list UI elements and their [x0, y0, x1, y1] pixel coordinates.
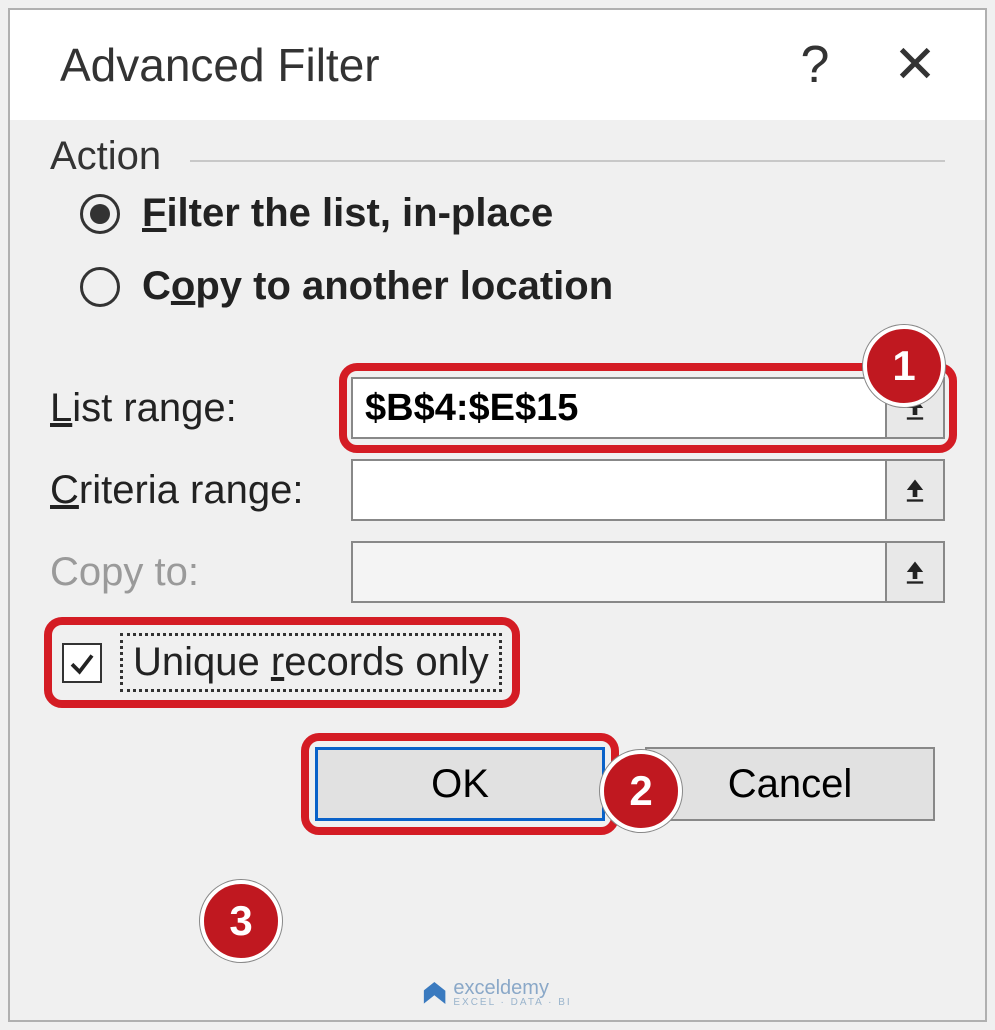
copy-to-collapse-button[interactable] [887, 541, 945, 603]
criteria-range-input[interactable] [351, 459, 887, 521]
accel-char: C [50, 468, 79, 512]
titlebar: Advanced Filter ? ✕ [10, 10, 985, 120]
unique-records-row[interactable]: Unique records only [62, 633, 502, 692]
label-rest: ist range: [72, 386, 237, 430]
radio-icon [80, 194, 120, 234]
list-range-collapse-button[interactable] [887, 377, 945, 439]
cancel-button[interactable]: Cancel [645, 747, 935, 821]
accel-char: F [142, 191, 166, 235]
copy-to-input-wrap [351, 541, 945, 603]
collapse-icon [901, 394, 929, 422]
radio-copy-label: Copy to another location [142, 264, 613, 309]
radio-dot-icon [90, 204, 110, 224]
radio-copy-to-location[interactable]: Copy to another location [80, 264, 945, 309]
list-range-row: List range: [50, 377, 945, 439]
radio-filter-label: Filter the list, in-place [142, 191, 553, 236]
ok-button[interactable]: OK [315, 747, 605, 821]
watermark-name: exceldemy [453, 978, 571, 998]
list-range-input[interactable] [351, 377, 887, 439]
watermark-logo-icon [423, 982, 445, 1004]
callout-badge-3: 3 [200, 880, 282, 962]
label-rest: riteria range: [79, 468, 304, 512]
advanced-filter-dialog: Advanced Filter ? ✕ Action Filter the li… [8, 8, 987, 1022]
dialog-content: Action Filter the list, in-place Copy to… [10, 120, 985, 821]
help-button[interactable]: ? [765, 35, 865, 95]
list-range-label: List range: [50, 386, 351, 431]
close-button[interactable]: ✕ [865, 35, 965, 95]
collapse-icon [901, 476, 929, 504]
radio-icon [80, 267, 120, 307]
label-rest: ilter the list, in-place [166, 191, 553, 235]
checkmark-icon [67, 648, 97, 678]
copy-to-label: Copy to: [50, 550, 351, 595]
copy-to-input [351, 541, 887, 603]
list-range-input-wrap [351, 377, 945, 439]
accel-char: L [50, 386, 72, 430]
button-row: OK Cancel [50, 747, 945, 821]
radio-filter-in-place[interactable]: Filter the list, in-place [80, 191, 945, 236]
action-group: Action Filter the list, in-place Copy to… [50, 160, 945, 309]
label-pre: C [142, 264, 171, 308]
label-rest: o: [166, 550, 199, 594]
collapse-icon [901, 558, 929, 586]
accel-char: o [171, 264, 195, 308]
accel-char: r [271, 640, 284, 684]
checkbox-icon [62, 643, 102, 683]
criteria-range-input-wrap [351, 459, 945, 521]
action-group-label: Action [50, 134, 171, 179]
copy-to-row: Copy to: [50, 541, 945, 603]
label-rest: py to another location [195, 264, 613, 308]
watermark-sub: EXCEL · DATA · BI [453, 998, 571, 1008]
dialog-title: Advanced Filter [60, 38, 765, 92]
label-rest: ecords only [284, 640, 489, 684]
criteria-range-collapse-button[interactable] [887, 459, 945, 521]
criteria-range-row: Criteria range: [50, 459, 945, 521]
watermark: exceldemy EXCEL · DATA · BI [423, 978, 571, 1008]
group-divider [190, 160, 945, 163]
label-pre: Copy t [50, 550, 166, 594]
label-pre: Unique [133, 640, 271, 684]
criteria-range-label: Criteria range: [50, 468, 351, 513]
unique-records-label: Unique records only [120, 633, 502, 692]
